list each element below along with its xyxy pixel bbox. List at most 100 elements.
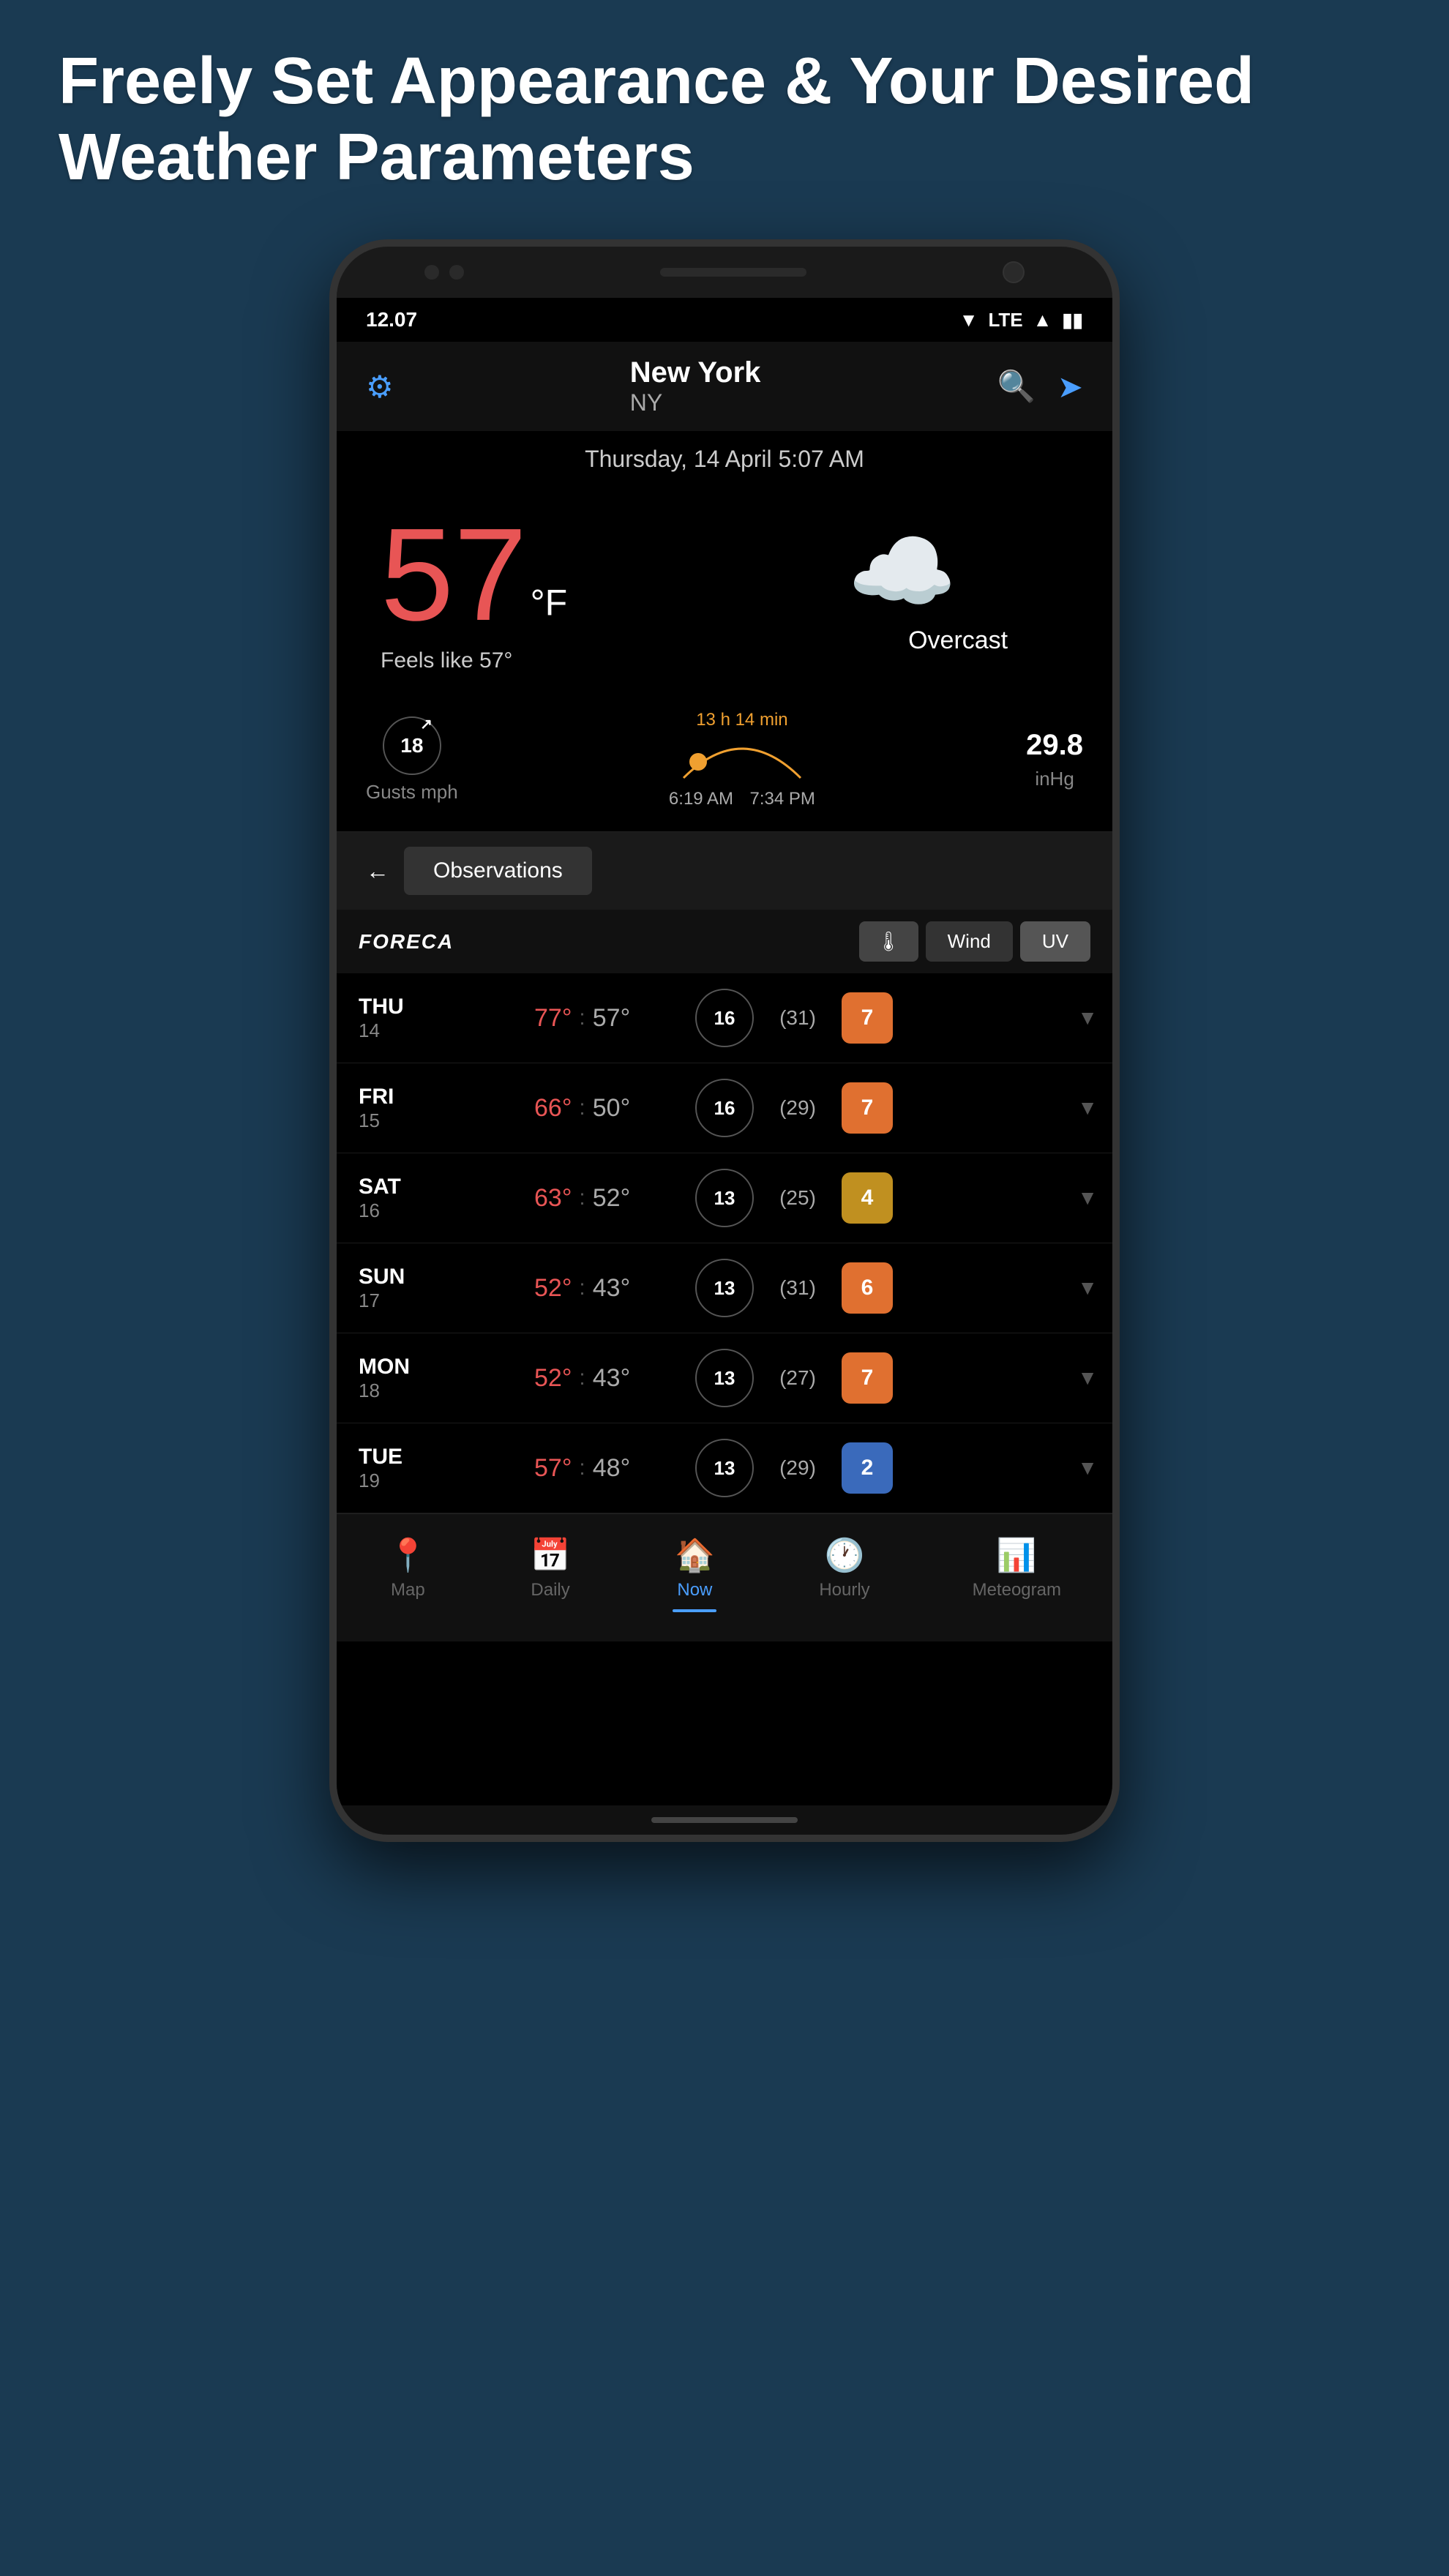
temp-separator: : xyxy=(579,1276,585,1300)
bottom-nav: 📍 Map 📅 Daily 🏠 Now 🕐 Hourly 📊 Meteogram xyxy=(337,1513,1112,1641)
chevron-down-icon: ▼ xyxy=(1077,1456,1098,1480)
nav-item-map[interactable]: 📍 Map xyxy=(373,1529,443,1620)
sun-duration: 13 h 14 min xyxy=(696,710,787,730)
wind-badge: 13 xyxy=(695,1439,754,1497)
wifi-icon: ▼ xyxy=(959,309,978,332)
signal-icon: ▲ xyxy=(1033,309,1052,332)
sun-arc-svg xyxy=(676,734,808,785)
gust-value: (25) xyxy=(768,1186,827,1210)
nav-label-hourly: Hourly xyxy=(819,1580,869,1600)
day-info: THU 14 xyxy=(359,995,432,1042)
status-bar: 12.07 ▼ LTE ▲ ▮▮ xyxy=(337,298,1112,342)
chevron-down-icon: ▼ xyxy=(1077,1186,1098,1210)
uv-badge: 7 xyxy=(842,1352,893,1404)
phone-speaker xyxy=(660,268,806,277)
forecast-row[interactable]: SAT 16 🌤 63° : 52° 13 (25) 4 ▼ xyxy=(337,1153,1112,1243)
low-temp: 52° xyxy=(593,1184,630,1213)
phone-dot-1 xyxy=(424,265,439,280)
weather-condition-icon: 🌧 xyxy=(446,1438,520,1498)
chevron-down-icon: ▼ xyxy=(1077,1366,1098,1390)
forecast-header: FORECA 🌡 Wind UV xyxy=(337,910,1112,973)
forecast-row[interactable]: MON 18 🌤 52° : 43° 13 (27) 7 ▼ xyxy=(337,1333,1112,1423)
day-name: TUE xyxy=(359,1445,432,1469)
nav-label-daily: Daily xyxy=(531,1580,569,1600)
thermometer-tab[interactable]: 🌡 xyxy=(859,921,918,962)
nav-icon-hourly: 🕐 xyxy=(825,1536,865,1574)
lte-label: LTE xyxy=(988,309,1022,332)
chevron-down-icon: ▼ xyxy=(1077,1096,1098,1120)
home-indicator xyxy=(651,1817,798,1823)
wind-badge: 13 xyxy=(695,1259,754,1317)
sunset-time: 7:34 PM xyxy=(750,789,815,809)
day-number: 14 xyxy=(359,1019,432,1042)
temp-range: 66° : 50° xyxy=(534,1094,681,1123)
high-temp: 52° xyxy=(534,1274,572,1303)
back-arrow-icon[interactable]: ← xyxy=(366,858,389,885)
gust-value: (31) xyxy=(768,1276,827,1300)
wind-stat: 18 ↗ Gusts mph xyxy=(366,716,458,804)
pressure-unit: inHg xyxy=(1035,768,1074,790)
gust-value: (29) xyxy=(768,1456,827,1480)
search-icon[interactable]: 🔍 xyxy=(997,369,1036,405)
temp-range: 52° : 43° xyxy=(534,1274,681,1303)
phone-camera xyxy=(1003,261,1025,283)
temp-separator: : xyxy=(579,1456,585,1480)
nav-item-meteogram[interactable]: 📊 Meteogram xyxy=(958,1529,1076,1620)
wind-arrow-icon: ↗ xyxy=(420,715,433,733)
high-temp: 77° xyxy=(534,1004,572,1033)
feels-like: Feels like 57° xyxy=(381,648,567,673)
wind-badge: 13 xyxy=(695,1349,754,1407)
pressure-value: 29.8 xyxy=(1026,729,1083,762)
day-info: TUE 19 xyxy=(359,1445,432,1492)
high-temp: 66° xyxy=(534,1094,572,1123)
wind-badge: 16 xyxy=(695,1079,754,1137)
nav-label-meteogram: Meteogram xyxy=(973,1580,1061,1600)
nav-label-map: Map xyxy=(391,1580,425,1600)
chevron-down-icon: ▼ xyxy=(1077,1006,1098,1030)
page-header: Freely Set Appearance & Your Desired Wea… xyxy=(0,0,1449,225)
gusts-label: Gusts mph xyxy=(366,781,458,804)
foreca-logo: FORECA xyxy=(359,930,454,954)
settings-icon[interactable]: ⚙ xyxy=(366,369,394,405)
forecast-row[interactable]: SUN 17 🌤 52° : 43° 13 (31) 6 ▼ xyxy=(337,1243,1112,1333)
city-name: New York xyxy=(630,356,761,389)
wind-tab[interactable]: Wind xyxy=(926,921,1013,962)
day-name: MON xyxy=(359,1355,432,1379)
nav-active-indicator xyxy=(673,1609,716,1612)
header-icons: 🔍 ➤ xyxy=(997,369,1084,405)
wind-speed: 18 xyxy=(400,734,423,757)
nav-item-hourly[interactable]: 🕐 Hourly xyxy=(804,1529,884,1620)
low-temp: 50° xyxy=(593,1094,630,1123)
weather-stats: 18 ↗ Gusts mph 13 h 14 min xyxy=(337,695,1112,832)
gust-value: (31) xyxy=(768,1006,827,1030)
temp-range: 63° : 52° xyxy=(534,1184,681,1213)
wind-circle: 18 ↗ xyxy=(383,716,441,775)
location-info: New York NY xyxy=(630,356,761,416)
forecast-row[interactable]: THU 14 ⛈ 77° : 57° 16 (31) 7 ▼ xyxy=(337,973,1112,1063)
nav-icon-daily: 📅 xyxy=(531,1536,571,1574)
low-temp: 43° xyxy=(593,1364,630,1393)
location-icon[interactable]: ➤ xyxy=(1057,369,1083,405)
weather-condition-icon: ⛈ xyxy=(446,988,520,1048)
temp-separator: : xyxy=(579,1096,585,1120)
forecast-row[interactable]: FRI 15 ☀ 66° : 50° 16 (29) 7 ▼ xyxy=(337,1063,1112,1153)
nav-item-daily[interactable]: 📅 Daily xyxy=(516,1529,585,1620)
temp-range: 77° : 57° xyxy=(534,1004,681,1033)
nav-icon-meteogram: 📊 xyxy=(997,1536,1037,1574)
state-name: NY xyxy=(630,389,761,416)
low-temp: 48° xyxy=(593,1454,630,1483)
low-temp: 57° xyxy=(593,1004,630,1033)
observations-button[interactable]: Observations xyxy=(404,847,592,895)
date-row: Thursday, 14 April 5:07 AM xyxy=(337,431,1112,487)
low-temp: 43° xyxy=(593,1274,630,1303)
uv-tab[interactable]: UV xyxy=(1020,921,1090,962)
high-temp: 57° xyxy=(534,1454,572,1483)
observations-bar: ← Observations xyxy=(337,832,1112,910)
temp-range: 52° : 43° xyxy=(534,1364,681,1393)
forecast-row[interactable]: TUE 19 🌧 57° : 48° 13 (29) 2 ▼ xyxy=(337,1423,1112,1513)
forecast-list: THU 14 ⛈ 77° : 57° 16 (31) 7 ▼ FRI 15 ☀ … xyxy=(337,973,1112,1513)
phone-dot-2 xyxy=(449,265,464,280)
nav-item-now[interactable]: 🏠 Now xyxy=(658,1529,731,1620)
temp-separator: : xyxy=(579,1366,585,1390)
day-number: 18 xyxy=(359,1379,432,1402)
